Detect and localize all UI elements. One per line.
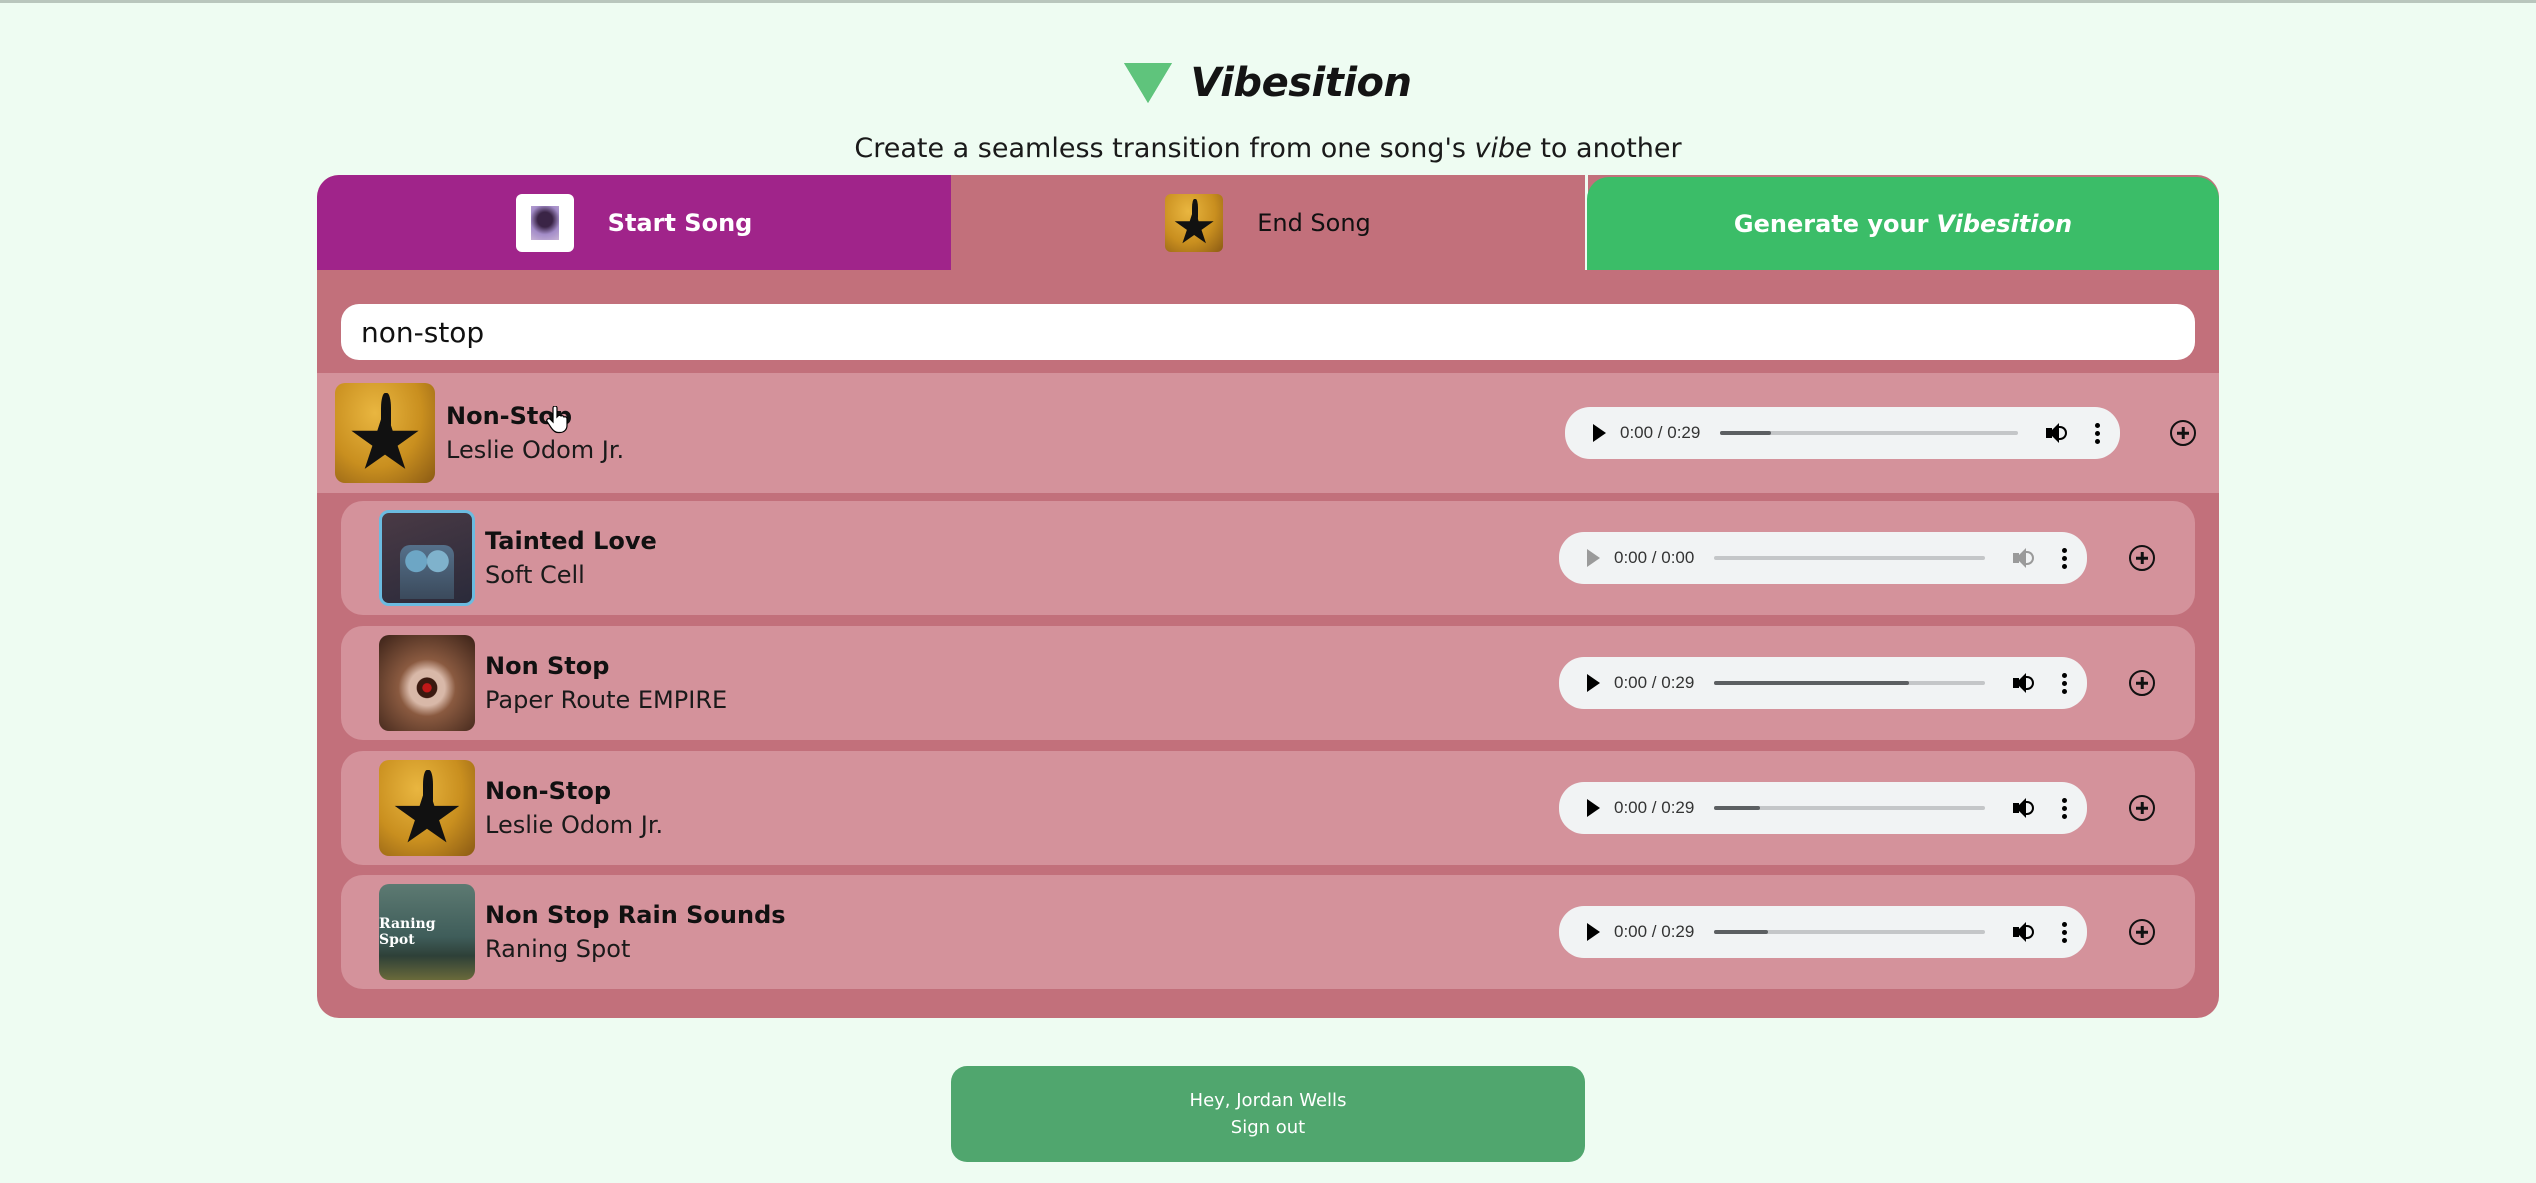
song-info: Tainted Love Soft Cell bbox=[485, 524, 1559, 592]
play-icon[interactable] bbox=[1587, 549, 1600, 567]
song-title: Tainted Love bbox=[485, 527, 657, 555]
add-song-icon[interactable] bbox=[2129, 670, 2155, 696]
song-artist: Soft Cell bbox=[485, 561, 585, 589]
search-result-item[interactable]: Non-Stop Leslie Odom Jr. 0:00 / 0:29 bbox=[341, 751, 2195, 865]
playback-time: 0:00 / 0:00 bbox=[1614, 548, 1695, 567]
buffered-fill bbox=[1714, 930, 1769, 934]
seek-slider[interactable] bbox=[1720, 431, 2018, 435]
seek-slider[interactable] bbox=[1714, 930, 1985, 934]
album-art bbox=[379, 635, 475, 731]
seek-slider[interactable] bbox=[1714, 806, 1985, 810]
album-art-text: Raning Spot bbox=[379, 916, 436, 948]
more-options-icon[interactable] bbox=[2061, 672, 2067, 694]
playback-time: 0:00 / 0:29 bbox=[1614, 922, 1695, 941]
add-song-icon[interactable] bbox=[2129, 795, 2155, 821]
song-artist: Raning Spot bbox=[485, 935, 631, 963]
tab-start-song[interactable]: Start Song bbox=[317, 175, 951, 270]
add-song-icon[interactable] bbox=[2170, 420, 2196, 446]
search-result-item[interactable]: Non Stop Paper Route EMPIRE 0:00 / 0:29 bbox=[341, 626, 2195, 740]
buffered-fill bbox=[1714, 806, 1761, 810]
buffered-fill bbox=[1714, 681, 1910, 685]
song-selection-panel: Start Song End Song Generate your Vibesit… bbox=[317, 175, 2219, 1018]
song-artist: Paper Route EMPIRE bbox=[485, 686, 728, 714]
seek-slider[interactable] bbox=[1714, 556, 1985, 560]
subtitle-emphasis: vibe bbox=[1474, 133, 1532, 164]
logo-triangle-icon bbox=[1124, 63, 1173, 103]
song-artist: Leslie Odom Jr. bbox=[485, 811, 664, 839]
volume-icon[interactable] bbox=[2013, 798, 2035, 818]
subtitle-text: Create a seamless transition from one so… bbox=[854, 133, 1475, 164]
add-song-icon[interactable] bbox=[2129, 919, 2155, 945]
play-icon[interactable] bbox=[1587, 674, 1600, 692]
audio-preview-player[interactable]: 0:00 / 0:29 bbox=[1559, 782, 2087, 834]
end-song-thumbnail bbox=[1165, 193, 1224, 252]
album-art bbox=[379, 760, 475, 856]
song-title: Non Stop bbox=[485, 652, 610, 680]
generate-vibesition-button[interactable]: Generate your Vibesition bbox=[1587, 177, 2219, 270]
sign-out-link[interactable]: Sign out bbox=[951, 1117, 1585, 1138]
search-result-item[interactable]: Tainted Love Soft Cell 0:00 / 0:00 bbox=[341, 501, 2195, 615]
user-account-button[interactable]: Hey, Jordan Wells Sign out bbox=[951, 1066, 1585, 1162]
more-options-icon[interactable] bbox=[2061, 921, 2067, 943]
song-info: Non-Stop Leslie Odom Jr. bbox=[485, 774, 1559, 842]
song-title: Non-Stop bbox=[485, 777, 612, 805]
song-search-input[interactable] bbox=[341, 304, 2195, 360]
search-result-item[interactable]: Non-Stop Leslie Odom Jr. 0:00 / 0:29 bbox=[317, 373, 2219, 493]
more-options-icon[interactable] bbox=[2094, 422, 2100, 444]
app-title: Vibesition bbox=[1190, 60, 1412, 106]
buffered-fill bbox=[1720, 431, 1771, 435]
playback-time: 0:00 / 0:29 bbox=[1614, 673, 1695, 692]
volume-icon[interactable] bbox=[2013, 922, 2035, 942]
seek-slider[interactable] bbox=[1714, 681, 1985, 685]
audio-preview-player[interactable]: 0:00 / 0:29 bbox=[1559, 657, 2087, 709]
start-song-thumbnail bbox=[515, 193, 574, 252]
volume-icon[interactable] bbox=[2013, 548, 2035, 568]
audio-preview-player[interactable]: 0:00 / 0:29 bbox=[1565, 407, 2120, 459]
play-icon[interactable] bbox=[1587, 923, 1600, 941]
play-icon[interactable] bbox=[1587, 799, 1600, 817]
audio-preview-player[interactable]: 0:00 / 0:00 bbox=[1559, 532, 2087, 584]
generate-label: Generate your bbox=[1733, 209, 1929, 238]
album-art bbox=[379, 510, 475, 606]
tab-end-song[interactable]: End Song bbox=[951, 175, 1585, 270]
song-title: Non Stop Rain Sounds bbox=[485, 901, 786, 929]
album-art bbox=[335, 383, 435, 483]
album-art: Raning Spot bbox=[379, 884, 475, 980]
volume-icon[interactable] bbox=[2013, 673, 2035, 693]
search-result-item[interactable]: Raning Spot Non Stop Rain Sounds Raning Sp… bbox=[341, 875, 2195, 989]
generate-label-emphasis: Vibesition bbox=[1936, 209, 2073, 238]
song-info: Non Stop Rain Sounds Raning Spot bbox=[485, 898, 1559, 966]
tab-end-song-label: End Song bbox=[1257, 208, 1371, 237]
playback-time: 0:00 / 0:29 bbox=[1614, 798, 1695, 817]
app-header: Vibesition bbox=[0, 55, 2536, 111]
subtitle-text-end: to another bbox=[1531, 133, 1682, 164]
playback-time: 0:00 / 0:29 bbox=[1620, 423, 1701, 442]
more-options-icon[interactable] bbox=[2061, 797, 2067, 819]
user-greeting: Hey, Jordan Wells bbox=[1189, 1090, 1347, 1111]
song-title: Non-Stop bbox=[446, 402, 573, 430]
volume-icon[interactable] bbox=[2046, 423, 2068, 443]
song-artist: Leslie Odom Jr. bbox=[446, 436, 625, 464]
add-song-icon[interactable] bbox=[2129, 545, 2155, 571]
tab-start-song-label: Start Song bbox=[607, 208, 753, 237]
audio-preview-player[interactable]: 0:00 / 0:29 bbox=[1559, 906, 2087, 958]
song-info: Non-Stop Leslie Odom Jr. bbox=[446, 399, 1565, 467]
app-subtitle: Create a seamless transition from one so… bbox=[0, 133, 2536, 164]
song-info: Non Stop Paper Route EMPIRE bbox=[485, 649, 1559, 717]
more-options-icon[interactable] bbox=[2061, 547, 2067, 569]
play-icon[interactable] bbox=[1593, 424, 1606, 442]
